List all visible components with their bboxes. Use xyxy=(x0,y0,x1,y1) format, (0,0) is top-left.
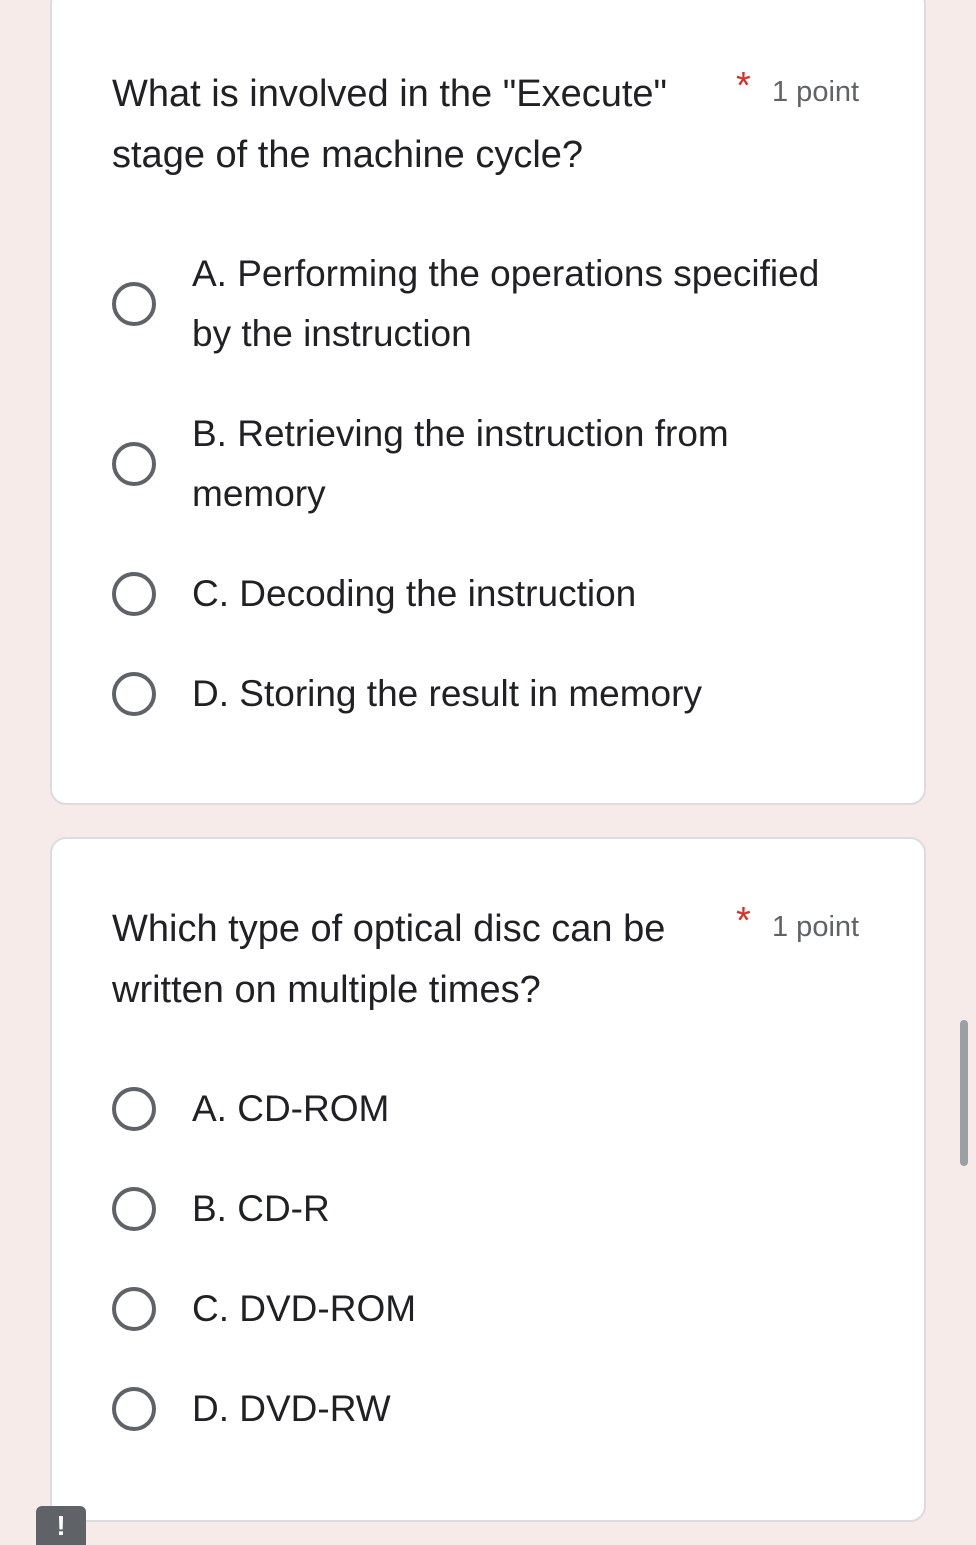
required-asterisk: * xyxy=(736,65,751,107)
radio-button[interactable] xyxy=(112,1287,156,1331)
required-asterisk: * xyxy=(736,900,751,942)
option-a-performing-operations[interactable]: A. Performing the operations specified b… xyxy=(112,244,872,364)
option-label: C. Decoding the instruction xyxy=(192,573,637,614)
radio-button[interactable] xyxy=(112,1087,156,1131)
question-title: What is involved in the "Execute" stage … xyxy=(112,73,668,176)
radio-button[interactable] xyxy=(112,1387,156,1431)
scrollbar-thumb[interactable] xyxy=(960,1020,968,1166)
radio-button[interactable] xyxy=(112,442,156,486)
option-label: D. DVD-RW xyxy=(192,1388,391,1429)
option-label: B. CD-R xyxy=(192,1188,330,1229)
question-card-optical-disc: Which type of optical disc can be writte… xyxy=(50,837,926,1522)
option-label: B. Retrieving the instruction from memor… xyxy=(192,413,729,514)
radio-button[interactable] xyxy=(112,282,156,326)
option-c-dvd-rom[interactable]: C. DVD-ROM xyxy=(112,1279,872,1339)
option-a-cd-rom[interactable]: A. CD-ROM xyxy=(112,1079,872,1139)
radio-button[interactable] xyxy=(112,672,156,716)
alert-badge[interactable]: ! xyxy=(36,1506,86,1545)
exclamation-icon: ! xyxy=(56,1510,66,1541)
question-points: 1 point xyxy=(772,76,860,108)
option-label: C. DVD-ROM xyxy=(192,1288,417,1329)
radio-button[interactable] xyxy=(112,572,156,616)
option-b-cd-r[interactable]: B. CD-R xyxy=(112,1179,872,1239)
option-c-decoding-instruction[interactable]: C. Decoding the instruction xyxy=(112,564,872,624)
question-card-execute-stage: What is involved in the "Execute" stage … xyxy=(50,0,926,805)
option-d-storing-result[interactable]: D. Storing the result in memory xyxy=(112,664,872,724)
radio-button[interactable] xyxy=(112,1187,156,1231)
option-label: D. Storing the result in memory xyxy=(192,673,702,714)
question-points: 1 point xyxy=(772,911,860,943)
option-label: A. Performing the operations specified b… xyxy=(192,253,820,354)
option-b-retrieving-instruction[interactable]: B. Retrieving the instruction from memor… xyxy=(112,404,872,524)
question-title: Which type of optical disc can be writte… xyxy=(112,908,666,1011)
option-label: A. CD-ROM xyxy=(192,1088,390,1129)
option-d-dvd-rw[interactable]: D. DVD-RW xyxy=(112,1379,872,1439)
